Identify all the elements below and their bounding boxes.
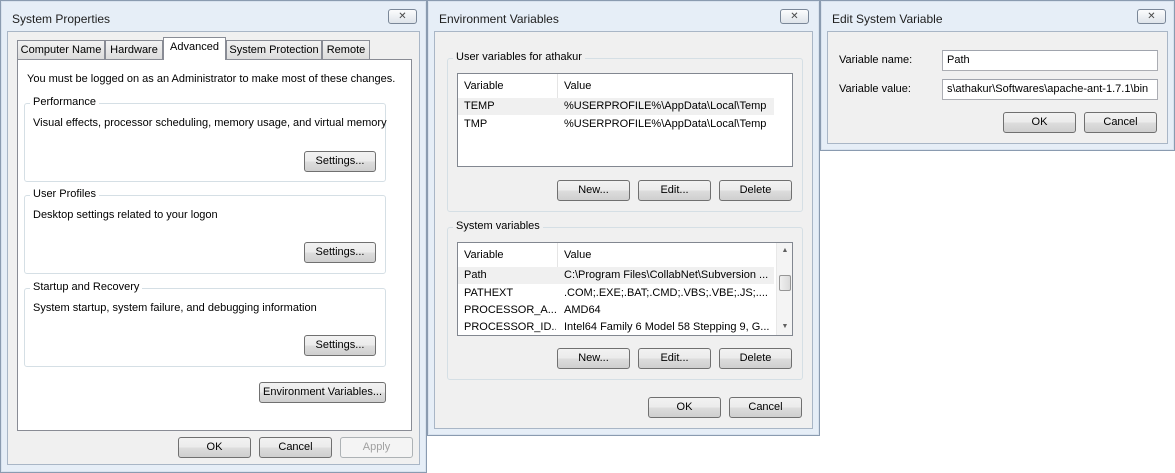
variable-cell: PATHEXT bbox=[464, 287, 514, 299]
user-variables-group: User variables for athakur Variable Valu… bbox=[447, 51, 803, 212]
tab-system-protection[interactable]: System Protection bbox=[226, 40, 322, 59]
table-row[interactable]: PROCESSOR_A... AMD64 bbox=[458, 302, 774, 319]
column-value[interactable]: Value bbox=[558, 243, 777, 267]
advanced-tab-panel: You must be logged on as an Administrato… bbox=[17, 59, 412, 431]
variable-name-field[interactable]: Path bbox=[942, 50, 1158, 71]
value-cell: %USERPROFILE%\AppData\Local\Temp bbox=[564, 100, 767, 112]
scroll-down-icon[interactable]: ▼ bbox=[777, 319, 792, 335]
user-profiles-description: Desktop settings related to your logon bbox=[33, 209, 218, 221]
system-properties-window: System Properties ✕ Computer Name Hardwa… bbox=[0, 0, 427, 473]
variable-cell: TEMP bbox=[464, 100, 495, 112]
cancel-button[interactable]: Cancel bbox=[1084, 112, 1157, 133]
system-variables-header: Variable Value bbox=[458, 243, 792, 267]
system-properties-titlebar[interactable]: System Properties ✕ bbox=[1, 1, 426, 35]
table-row[interactable]: PROCESSOR_ID... Intel64 Family 6 Model 5… bbox=[458, 319, 774, 335]
close-icon[interactable]: ✕ bbox=[388, 9, 417, 24]
user-new-button[interactable]: New... bbox=[557, 180, 630, 201]
tab-advanced[interactable]: Advanced bbox=[163, 37, 226, 60]
table-row[interactable]: TMP %USERPROFILE%\AppData\Local\Temp bbox=[458, 116, 774, 133]
tab-remote[interactable]: Remote bbox=[322, 40, 370, 59]
system-edit-button[interactable]: Edit... bbox=[638, 348, 711, 369]
variable-cell: Path bbox=[464, 269, 487, 281]
table-row[interactable]: Path C:\Program Files\CollabNet\Subversi… bbox=[458, 267, 774, 284]
column-value[interactable]: Value bbox=[558, 74, 792, 98]
column-variable[interactable]: Variable bbox=[458, 74, 558, 98]
system-variables-list[interactable]: Variable Value Path C:\Program Files\Col… bbox=[457, 242, 793, 336]
ok-button[interactable]: OK bbox=[178, 437, 251, 458]
cancel-button[interactable]: Cancel bbox=[259, 437, 332, 458]
ok-button[interactable]: OK bbox=[648, 397, 721, 418]
system-variables-label: System variables bbox=[453, 220, 543, 232]
scroll-up-icon[interactable]: ▲ bbox=[777, 243, 792, 259]
system-variables-group: System variables Variable Value Path C:\… bbox=[447, 220, 803, 380]
environment-variables-window: Environment Variables ✕ User variables f… bbox=[427, 0, 820, 436]
startup-recovery-label: Startup and Recovery bbox=[30, 281, 143, 293]
system-properties-client: Computer Name Hardware Advanced System P… bbox=[7, 31, 420, 465]
table-row[interactable]: TEMP %USERPROFILE%\AppData\Local\Temp bbox=[458, 98, 774, 115]
environment-variables-titlebar[interactable]: Environment Variables ✕ bbox=[428, 1, 819, 35]
environment-variables-client: User variables for athakur Variable Valu… bbox=[434, 31, 813, 429]
edit-system-variable-title: Edit System Variable bbox=[832, 12, 943, 26]
close-icon[interactable]: ✕ bbox=[1137, 9, 1166, 24]
system-properties-title: System Properties bbox=[12, 12, 111, 26]
environment-variables-title: Environment Variables bbox=[439, 12, 559, 26]
variable-cell: TMP bbox=[464, 118, 488, 130]
startup-recovery-description: System startup, system failure, and debu… bbox=[33, 302, 317, 314]
user-edit-button[interactable]: Edit... bbox=[638, 180, 711, 201]
user-delete-button[interactable]: Delete bbox=[719, 180, 792, 201]
system-delete-button[interactable]: Delete bbox=[719, 348, 792, 369]
environment-variables-button[interactable]: Environment Variables... bbox=[259, 382, 386, 403]
performance-description: Visual effects, processor scheduling, me… bbox=[33, 117, 387, 129]
user-profiles-label: User Profiles bbox=[30, 188, 99, 200]
edit-system-variable-titlebar[interactable]: Edit System Variable ✕ bbox=[821, 1, 1174, 35]
cancel-button[interactable]: Cancel bbox=[729, 397, 802, 418]
apply-button[interactable]: Apply bbox=[340, 437, 413, 458]
user-profiles-group: User Profiles Desktop settings related t… bbox=[24, 188, 386, 274]
value-cell: .COM;.EXE;.BAT;.CMD;.VBS;.VBE;.JS;.... bbox=[564, 287, 768, 299]
tab-computer-name[interactable]: Computer Name bbox=[17, 40, 105, 59]
value-cell: C:\Program Files\CollabNet\Subversion ..… bbox=[564, 269, 769, 281]
variable-value-label: Variable value: bbox=[839, 83, 911, 95]
variable-value-field[interactable]: s\athakur\Softwares\apache-ant-1.7.1\bin bbox=[942, 79, 1158, 100]
value-cell: AMD64 bbox=[564, 304, 601, 316]
edit-system-variable-window: Edit System Variable ✕ Variable name: Pa… bbox=[820, 0, 1175, 151]
value-cell: %USERPROFILE%\AppData\Local\Temp bbox=[564, 118, 767, 130]
admin-note: You must be logged on as an Administrato… bbox=[27, 73, 396, 85]
variable-cell: PROCESSOR_ID... bbox=[464, 321, 556, 333]
table-row[interactable]: PATHEXT .COM;.EXE;.BAT;.CMD;.VBS;.VBE;.J… bbox=[458, 285, 774, 302]
column-variable[interactable]: Variable bbox=[458, 243, 558, 267]
performance-group: Performance Visual effects, processor sc… bbox=[24, 96, 387, 182]
user-variables-list[interactable]: Variable Value TEMP %USERPROFILE%\AppDat… bbox=[457, 73, 793, 167]
startup-recovery-group: Startup and Recovery System startup, sys… bbox=[24, 281, 386, 367]
user-variables-label: User variables for athakur bbox=[453, 51, 585, 63]
system-new-button[interactable]: New... bbox=[557, 348, 630, 369]
tab-hardware[interactable]: Hardware bbox=[105, 40, 163, 59]
startup-recovery-settings-button[interactable]: Settings... bbox=[304, 335, 376, 356]
performance-label: Performance bbox=[30, 96, 99, 108]
user-variables-header: Variable Value bbox=[458, 74, 792, 98]
edit-system-variable-client: Variable name: Path Variable value: s\at… bbox=[827, 31, 1168, 144]
close-icon[interactable]: ✕ bbox=[780, 9, 809, 24]
ok-button[interactable]: OK bbox=[1003, 112, 1076, 133]
value-cell: Intel64 Family 6 Model 58 Stepping 9, G.… bbox=[564, 321, 770, 333]
variable-cell: PROCESSOR_A... bbox=[464, 304, 556, 316]
user-profiles-settings-button[interactable]: Settings... bbox=[304, 242, 376, 263]
variable-name-label: Variable name: bbox=[839, 54, 913, 66]
scroll-thumb[interactable] bbox=[779, 275, 791, 291]
performance-settings-button[interactable]: Settings... bbox=[304, 151, 376, 172]
system-variables-scrollbar[interactable]: ▲ ▼ bbox=[776, 243, 792, 335]
